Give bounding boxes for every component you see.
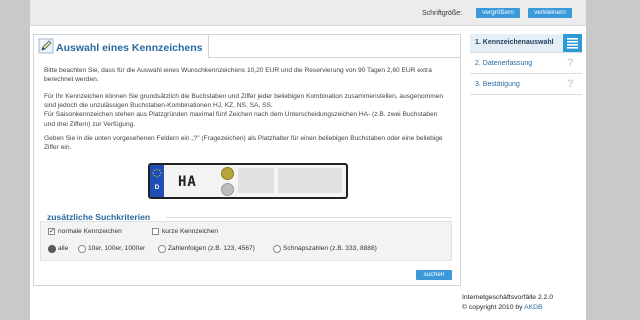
radio-number-sequences[interactable] — [158, 245, 166, 253]
radio-all[interactable] — [48, 245, 56, 253]
font-size-label: Schriftgröße: — [422, 10, 463, 17]
inspection-seal-icon — [221, 183, 234, 196]
page-title: Auswahl eines Kennzeichens — [56, 42, 203, 54]
copyright-prefix: © copyright 2010 by — [462, 304, 525, 311]
eu-stars-icon — [152, 168, 162, 178]
plate-digits-field[interactable] — [278, 168, 342, 193]
normal-plates-label: normale Kennzeichen — [58, 228, 122, 235]
radio-repdigits-label: Schnapszahlen (z.B. 333, 8888) — [283, 245, 377, 252]
combination-rules: Für Ihr Kennzeichen können Sie grundsätz… — [44, 92, 444, 129]
search-button[interactable]: suchen — [416, 270, 452, 280]
placeholder-hint: Geben Sie in die unten vorgesehenen Feld… — [44, 135, 443, 152]
question-mark-icon: ? — [567, 57, 574, 69]
question-mark-icon: ? — [567, 78, 574, 90]
season-plate-rules-text: Für Saisonkennzeichen stehen aus Platzgr… — [44, 111, 438, 128]
shrink-font-button[interactable]: verkleinern — [528, 8, 572, 18]
plate-letters-field[interactable] — [238, 168, 274, 193]
district-code: HA — [178, 174, 197, 190]
sidebar-divider — [470, 52, 582, 53]
step-lines-icon — [567, 38, 578, 49]
short-plates-label: kurze Kennzeichen — [162, 228, 219, 235]
sidebar-item-data-entry[interactable]: 2. Datenerfassung — [470, 55, 582, 73]
criteria-divider — [166, 217, 452, 218]
radio-all-label: alle — [58, 245, 69, 252]
criteria-box — [40, 221, 452, 261]
combination-rules-text: Für Ihr Kennzeichen können Sie grundsätz… — [44, 93, 444, 110]
fee-notice: Bitte beachten Sie, dass für die Auswahl… — [44, 67, 432, 84]
version-text: Internetgeschäftsvorfälle 2.2.0 — [462, 294, 554, 301]
pencil-icon — [38, 38, 54, 54]
sidebar-item-confirmation[interactable]: 3. Bestätigung — [470, 76, 582, 94]
registration-seal-icon — [221, 167, 234, 180]
country-code: D — [154, 184, 160, 191]
radio-number-sequences-label: Zahlenfolgen (z.B. 123, 4567) — [168, 245, 255, 252]
enlarge-font-button[interactable]: vergrößern — [476, 8, 520, 18]
short-plates-checkbox[interactable] — [152, 228, 159, 235]
radio-round-numbers[interactable] — [78, 245, 86, 253]
radio-repdigits[interactable] — [273, 245, 281, 253]
radio-round-numbers-label: 10er, 100er, 1000er — [88, 245, 146, 252]
title-divider — [209, 57, 461, 58]
sidebar-divider — [470, 94, 582, 95]
sidebar-divider — [470, 73, 582, 74]
copyright-text: © copyright 2010 by AKDB — [462, 304, 543, 311]
akdb-link[interactable]: AKDB — [524, 304, 543, 311]
normal-plates-checkbox[interactable] — [48, 227, 55, 235]
